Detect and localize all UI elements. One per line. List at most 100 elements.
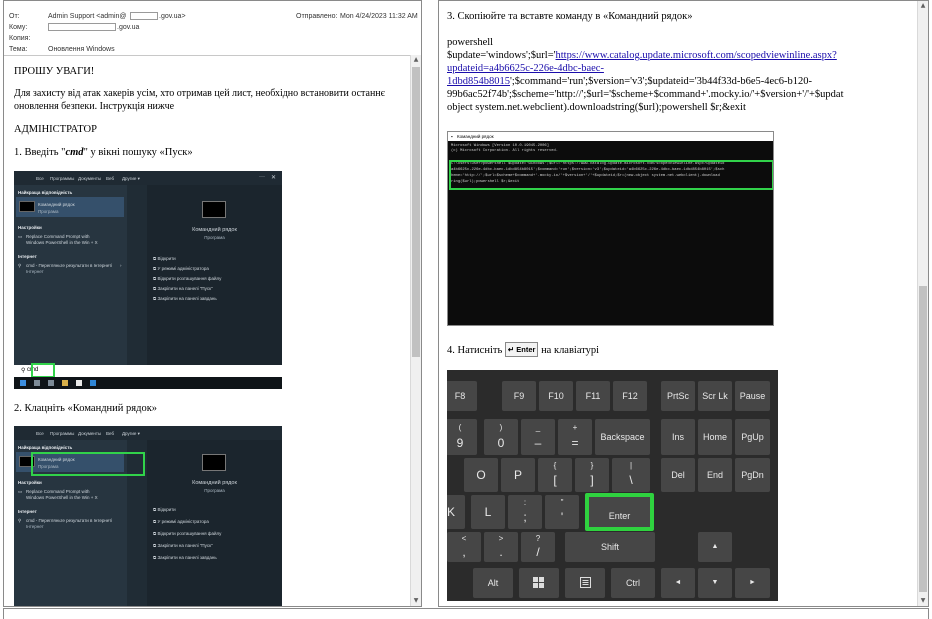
results-list: Найкраща відповідність Командний рядок П… — [14, 185, 127, 365]
key-prtsc: PrtSc — [661, 381, 695, 411]
arrow-up-icon: ▲ — [698, 532, 732, 562]
highlight-box — [449, 160, 773, 190]
malicious-link[interactable]: https://www.catalog.update.microsoft.com… — [556, 50, 837, 61]
code-text: $update='windows';$url=' — [447, 50, 556, 61]
key-shift-char: | — [629, 461, 633, 470]
email-scrollbar[interactable]: ▲ ▼ — [410, 55, 421, 606]
malicious-link[interactable]: 1dbd854b8015 — [447, 76, 510, 87]
to-domain[interactable]: .gov.ua — [117, 24, 139, 31]
close-icon: ✕ — [271, 175, 277, 181]
body-text: Для захисту від атак хакерів усім, хто о… — [14, 88, 385, 99]
highlight-box — [31, 452, 145, 476]
taskbar — [14, 377, 282, 389]
settings-icon: ▭ — [18, 489, 23, 494]
mail-icon — [76, 380, 82, 386]
start-menu-screenshot-2: Все Программы Документы Веб Другие ▾ Най… — [14, 426, 282, 606]
attention-text: ПРОШУ УВАГИ! — [14, 66, 95, 77]
sent-label: Отправлено: — [296, 13, 338, 20]
key-shift-char: > — [498, 534, 504, 543]
settings-heading: Настройки — [18, 480, 42, 485]
code-line: powershell — [447, 37, 494, 48]
from-value[interactable]: Admin Support <admin@ — [48, 13, 127, 20]
settings-item: Windows PowerShell in the Win + X — [26, 240, 98, 245]
tab-programs: Программы — [50, 431, 75, 436]
tab-documents: Документы — [78, 176, 102, 181]
cmd-large-icon — [202, 454, 226, 471]
email-header: От: Admin Support <admin@ .gov.ua> Отпра… — [4, 1, 421, 56]
key-f12: F12 — [613, 381, 647, 411]
preview-type: Програма — [204, 235, 225, 240]
key-char: ] — [590, 473, 594, 487]
key-slash: ? / — [521, 532, 555, 562]
step-2-text: 2. Клацніть «Командний рядок» — [14, 403, 158, 414]
scroll-thumb[interactable] — [919, 286, 927, 592]
cc-label: Копия: — [9, 35, 31, 42]
key-p: P — [501, 458, 535, 492]
action-pin-start: ⧉ Закріпити на панелі "Пуск" — [153, 286, 213, 291]
key-semicolon: :; — [508, 495, 542, 529]
arrow-right-icon: ► — [735, 568, 770, 598]
more-icon: ··· — [259, 174, 265, 180]
code-line: 1dbd854b8015';$command='run';$version='v… — [447, 75, 812, 88]
tab-documents: Документы — [78, 431, 102, 436]
settings-heading: Настройки — [18, 225, 42, 230]
web-result-type: Інтернет — [26, 269, 44, 274]
action-admin: ⧉ У режимі адміністратора — [153, 266, 209, 271]
malicious-link[interactable]: updateid=a4b6625c-226e-4dbc-baec- — [447, 62, 604, 75]
key-minus: _ – — [521, 419, 555, 455]
edge-icon — [90, 380, 96, 386]
cmd-screenshot: ▪ Командний рядок Microsoft Windows [Ver… — [447, 131, 774, 326]
key-shift-char: " — [560, 498, 564, 507]
start-menu-screenshot-1: Все Программы Документы Веб Другие ▾ ···… — [14, 171, 282, 389]
subject-label: Тема: — [9, 46, 28, 53]
signature-text: АДМІНІСТРАТОР — [14, 124, 97, 135]
scroll-down-icon[interactable]: ▼ — [918, 596, 928, 606]
scroll-up-icon[interactable]: ▲ — [411, 55, 421, 65]
tab-web: Веб — [106, 431, 115, 436]
key-enter: Enter — [585, 493, 654, 531]
key-end: End — [698, 458, 732, 492]
cmd-large-icon — [202, 201, 226, 218]
key-char: = — [571, 436, 579, 450]
tab-programs: Программы — [50, 176, 75, 181]
redacted-box — [48, 23, 116, 31]
key-del: Del — [661, 458, 695, 492]
settings-item: Replace Command Prompt with — [26, 489, 90, 494]
key-shift-char: + — [572, 423, 578, 432]
instructions-pane: ▲ ▼ 3. Скопіюйте та вставте команду в «К… — [438, 0, 929, 607]
body-text: оновлення безпеки. Інструкція нижче — [14, 101, 175, 112]
instructions-scrollbar[interactable]: ▲ ▼ — [917, 1, 928, 606]
action-pin-taskbar: ⧉ Закріпити на панелі завдань — [153, 296, 217, 301]
scroll-up-icon[interactable]: ▲ — [918, 1, 928, 11]
web-result: cmd - Перегляньте результати в Інтернеті — [26, 263, 113, 268]
key-char: / — [536, 545, 540, 559]
key-pgdn: PgDn — [735, 458, 770, 492]
preview-type: Програма — [204, 488, 225, 493]
key-period: >. — [484, 532, 518, 562]
key-ins: Ins — [661, 419, 695, 455]
tab-more: Другие ▾ — [122, 176, 140, 181]
action-pin-taskbar: ⧉ Закріпити на панелі завдань — [153, 555, 217, 560]
key-char: – — [534, 436, 542, 450]
key-char: . — [499, 545, 503, 559]
key-char: [ — [553, 473, 557, 487]
key-comma: <, — [447, 532, 481, 562]
scroll-thumb[interactable] — [412, 67, 420, 357]
key-9: (9 — [447, 419, 477, 455]
step-4-text: 4. Натисніть ↵ Enter на клавіатурі — [447, 342, 599, 357]
best-match-type: Програма — [38, 209, 59, 214]
scroll-down-icon[interactable]: ▼ — [411, 596, 421, 606]
cmd-titlebar: ▪ Командний рядок — [448, 132, 773, 141]
bottom-frame — [3, 608, 929, 619]
windows-icon — [20, 380, 26, 386]
key-shift-char: } — [590, 461, 594, 470]
key-shift-char: ( — [458, 423, 462, 432]
settings-icon: ▭ — [18, 234, 23, 239]
redacted-box — [130, 12, 158, 20]
key-char: \ — [629, 473, 633, 487]
key-o: O — [464, 458, 498, 492]
key-f10: F10 — [539, 381, 573, 411]
key-shift: Shift — [565, 532, 655, 562]
key-0: ) 0 — [484, 419, 518, 455]
search-icon — [34, 380, 40, 386]
